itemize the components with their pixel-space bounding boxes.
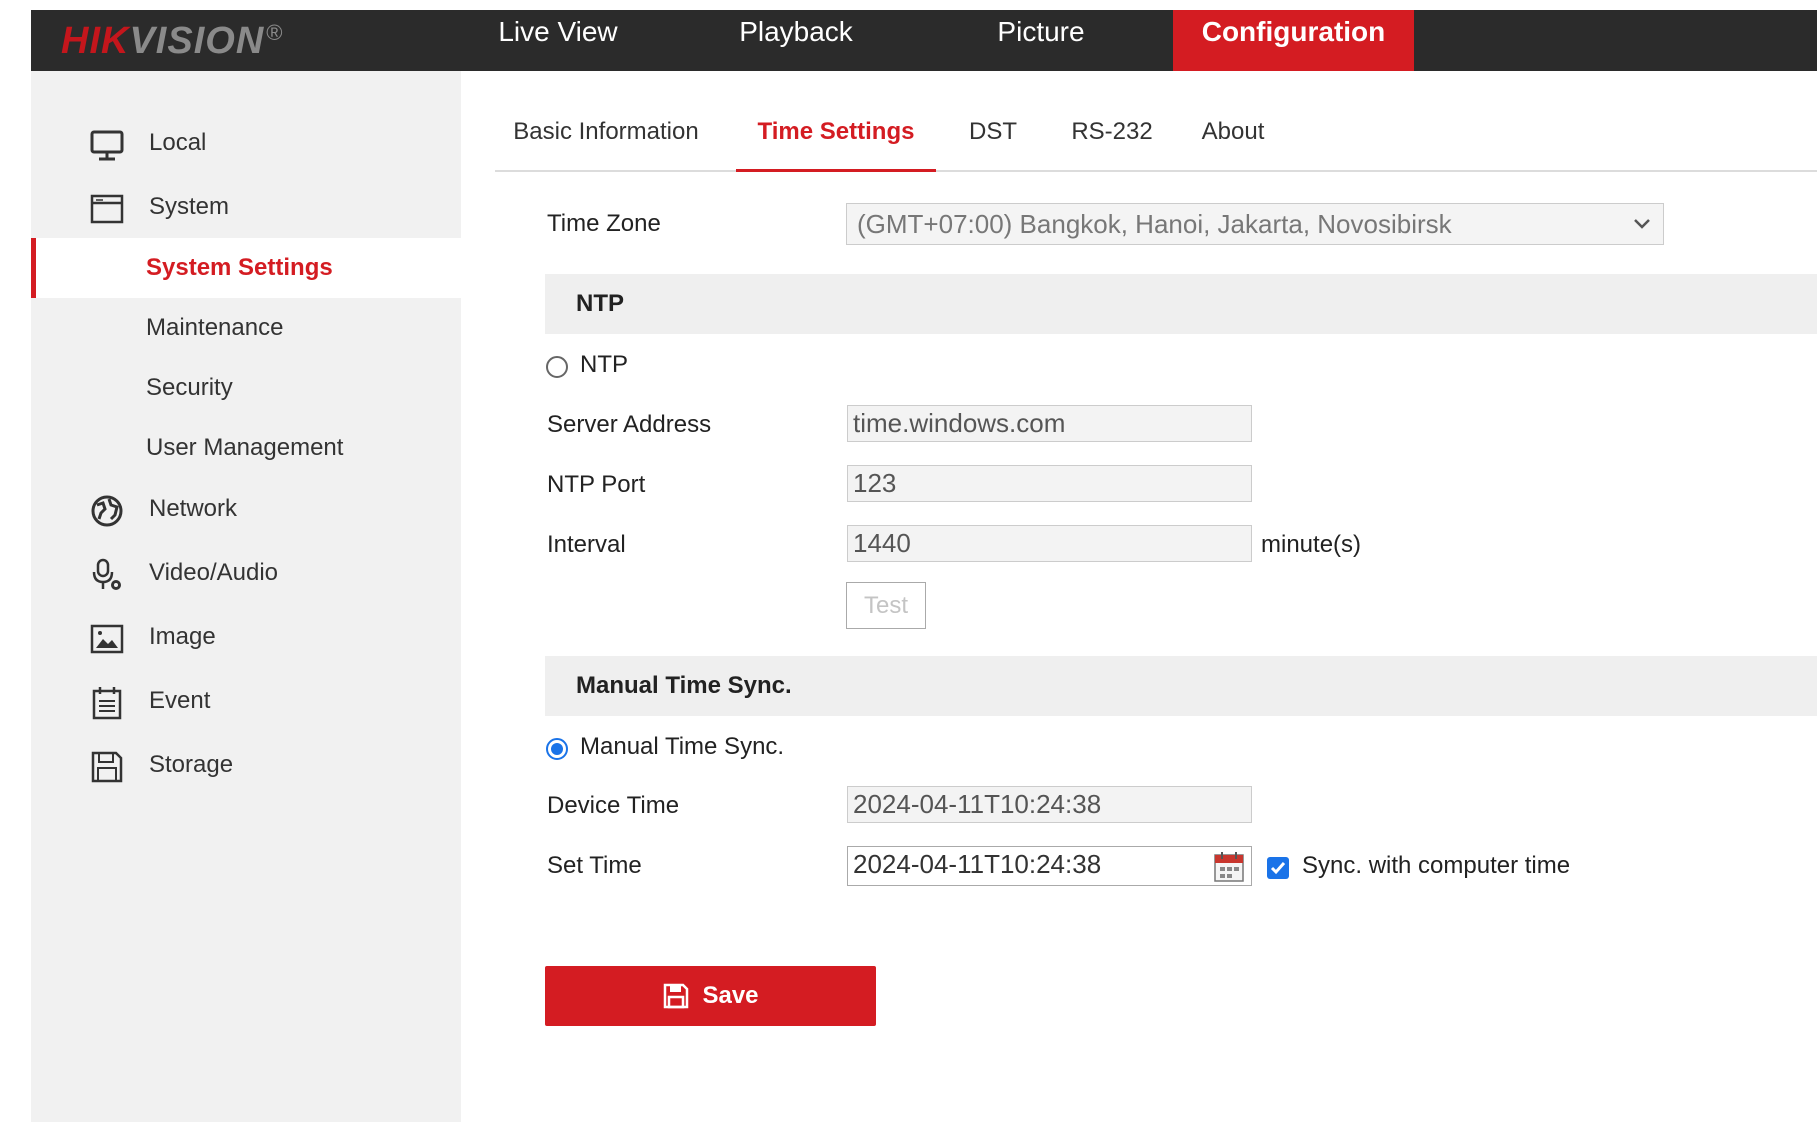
sidebar-item-label: System Settings xyxy=(146,254,333,281)
monitor-icon xyxy=(90,130,124,161)
chevron-down-icon xyxy=(1634,219,1650,229)
device-time-input: 2024-04-11T10:24:38 xyxy=(847,786,1252,823)
nav-picture[interactable]: Picture xyxy=(971,10,1111,71)
microphone-icon xyxy=(92,558,121,590)
set-time-input[interactable]: 2024-04-11T10:24:38 xyxy=(847,846,1252,886)
ntp-radio-label: NTP xyxy=(580,351,628,378)
top-navigation-bar: HIKVISION® Live View Playback Picture Co… xyxy=(31,10,1817,71)
sidebar-item-label: Local xyxy=(149,129,207,156)
floppy-disk-icon xyxy=(91,751,123,783)
calendar-icon xyxy=(92,687,122,720)
device-time-label: Device Time xyxy=(547,792,680,819)
sidebar-item-label: Storage xyxy=(149,751,234,778)
server-address-input[interactable]: time.windows.com xyxy=(847,405,1252,442)
window-icon xyxy=(90,194,124,224)
nav-playback[interactable]: Playback xyxy=(711,10,881,71)
sidebar-item-image[interactable]: Image xyxy=(31,609,461,665)
sidebar-item-label: Event xyxy=(149,687,211,714)
interval-label: Interval xyxy=(547,531,626,558)
time-zone-select[interactable]: (GMT+07:00) Bangkok, Hanoi, Jakarta, Nov… xyxy=(846,203,1664,245)
tab-dst[interactable]: DST xyxy=(958,100,1028,172)
interval-unit: minute(s) xyxy=(1261,531,1362,558)
ntp-port-input[interactable]: 123 xyxy=(847,465,1252,502)
checkmark-icon xyxy=(1270,862,1286,875)
sidebar-item-user-management[interactable]: User Management xyxy=(31,418,461,478)
hikvision-logo: HIKVISION® xyxy=(61,20,284,62)
sidebar-item-label: Image xyxy=(149,623,216,650)
nav-configuration[interactable]: Configuration xyxy=(1173,10,1414,71)
sidebar: Local System System Settings Maintenance… xyxy=(31,71,461,1122)
sidebar-item-network[interactable]: Network xyxy=(31,481,461,537)
sync-computer-time-checkbox[interactable] xyxy=(1267,857,1289,879)
save-button[interactable]: Save xyxy=(545,966,876,1026)
sidebar-item-storage[interactable]: Storage xyxy=(31,737,461,793)
ntp-radio[interactable] xyxy=(546,356,568,378)
sidebar-item-system-settings[interactable]: System Settings xyxy=(31,238,461,298)
tab-rs-232[interactable]: RS-232 xyxy=(1062,100,1162,172)
nav-live-view[interactable]: Live View xyxy=(483,10,633,71)
sidebar-item-label: Video/Audio xyxy=(149,559,278,586)
sidebar-item-label: System xyxy=(149,193,230,220)
sidebar-item-system[interactable]: System xyxy=(31,179,461,235)
test-button[interactable]: Test xyxy=(846,582,926,629)
manual-time-sync-radio[interactable] xyxy=(546,738,568,760)
sidebar-item-label: Maintenance xyxy=(146,314,284,341)
tab-time-settings[interactable]: Time Settings xyxy=(736,100,936,172)
sync-computer-time-label: Sync. with computer time xyxy=(1302,852,1571,879)
server-address-label: Server Address xyxy=(547,411,712,438)
calendar-picker-icon[interactable] xyxy=(1212,849,1246,883)
tab-about[interactable]: About xyxy=(1193,100,1273,172)
set-time-value: 2024-04-11T10:24:38 xyxy=(853,849,1102,879)
time-zone-label: Time Zone xyxy=(547,210,661,237)
settings-tabs: Basic Information Time Settings DST RS-2… xyxy=(495,100,1817,172)
sidebar-item-video-audio[interactable]: Video/Audio xyxy=(31,545,461,601)
sidebar-item-maintenance[interactable]: Maintenance xyxy=(31,298,461,358)
interval-input[interactable]: 1440 xyxy=(847,525,1252,562)
manual-time-sync-radio-label: Manual Time Sync. xyxy=(580,733,785,760)
manual-time-sync-section-header: Manual Time Sync. xyxy=(545,656,1817,716)
tab-basic-information[interactable]: Basic Information xyxy=(506,100,706,172)
sidebar-item-security[interactable]: Security xyxy=(31,358,461,418)
sidebar-item-event[interactable]: Event xyxy=(31,673,461,729)
ntp-section-header: NTP xyxy=(545,274,1817,334)
sidebar-item-label: User Management xyxy=(146,434,344,461)
sidebar-item-label: Network xyxy=(149,495,238,522)
ntp-port-label: NTP Port xyxy=(547,471,646,498)
sidebar-item-label: Security xyxy=(146,374,233,401)
globe-icon xyxy=(91,495,123,527)
save-icon xyxy=(664,983,689,1009)
image-icon xyxy=(90,624,124,654)
sidebar-item-local[interactable]: Local xyxy=(31,115,461,171)
set-time-label: Set Time xyxy=(547,852,642,879)
save-button-label: Save xyxy=(702,982,759,1009)
time-zone-value: (GMT+07:00) Bangkok, Hanoi, Jakarta, Nov… xyxy=(857,209,1452,239)
